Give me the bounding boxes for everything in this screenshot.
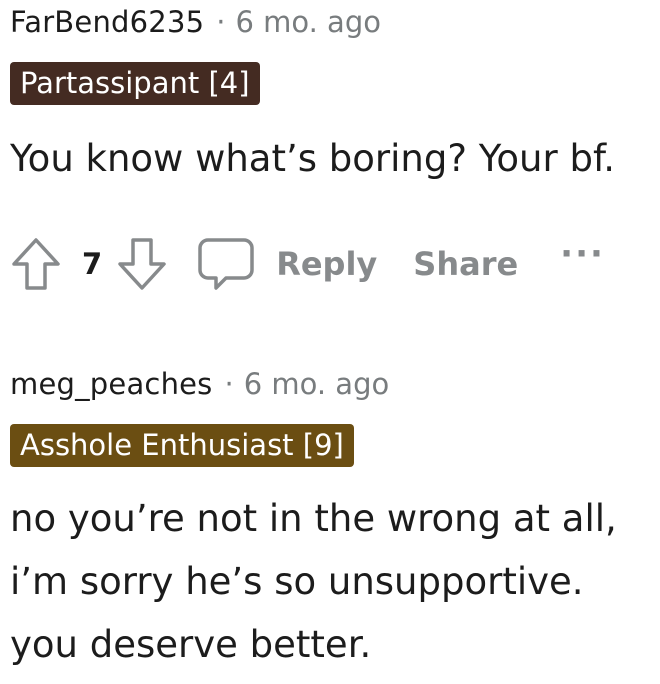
- vote-score: 7: [82, 247, 103, 281]
- username[interactable]: meg_peaches: [10, 367, 213, 401]
- timestamp[interactable]: 6 mo. ago: [244, 367, 390, 401]
- comment-body-line: no you’re not in the wrong at all,: [10, 497, 617, 540]
- user-flair: Asshole Enthusiast [9]: [10, 424, 354, 467]
- comment: meg_peaches · 6 mo. ago Asshole Enthusia…: [10, 362, 660, 676]
- comment: FarBend6235 · 6 mo. ago Partassipant [4]…: [10, 0, 660, 290]
- reply-button[interactable]: Reply: [276, 245, 377, 283]
- comment-body-line: i’m sorry he’s so unsupportive.: [10, 560, 584, 603]
- comment-body: no you’re not in the wrong at all, i’m s…: [10, 487, 660, 676]
- timestamp[interactable]: 6 mo. ago: [235, 5, 381, 39]
- upvote-icon[interactable]: [10, 234, 62, 294]
- comment-bubble-icon[interactable]: [196, 234, 256, 294]
- comment-body-line: You know what’s boring? Your bf.: [10, 137, 616, 180]
- comment-body-line: you deserve better.: [10, 623, 372, 666]
- user-flair: Partassipant [4]: [10, 62, 260, 105]
- share-button[interactable]: Share: [413, 245, 518, 283]
- comment-actions: 7 Reply Share ···: [10, 232, 605, 296]
- username[interactable]: FarBend6235: [10, 5, 204, 39]
- comment-meta: FarBend6235 · 6 mo. ago: [10, 0, 660, 44]
- downvote-icon[interactable]: [116, 234, 168, 294]
- meta-separator: ·: [224, 367, 234, 401]
- meta-separator: ·: [216, 5, 226, 39]
- comment-body: You know what’s boring? Your bf.: [10, 127, 660, 190]
- comment-meta: meg_peaches · 6 mo. ago: [10, 362, 660, 406]
- more-options-button[interactable]: ···: [560, 234, 605, 274]
